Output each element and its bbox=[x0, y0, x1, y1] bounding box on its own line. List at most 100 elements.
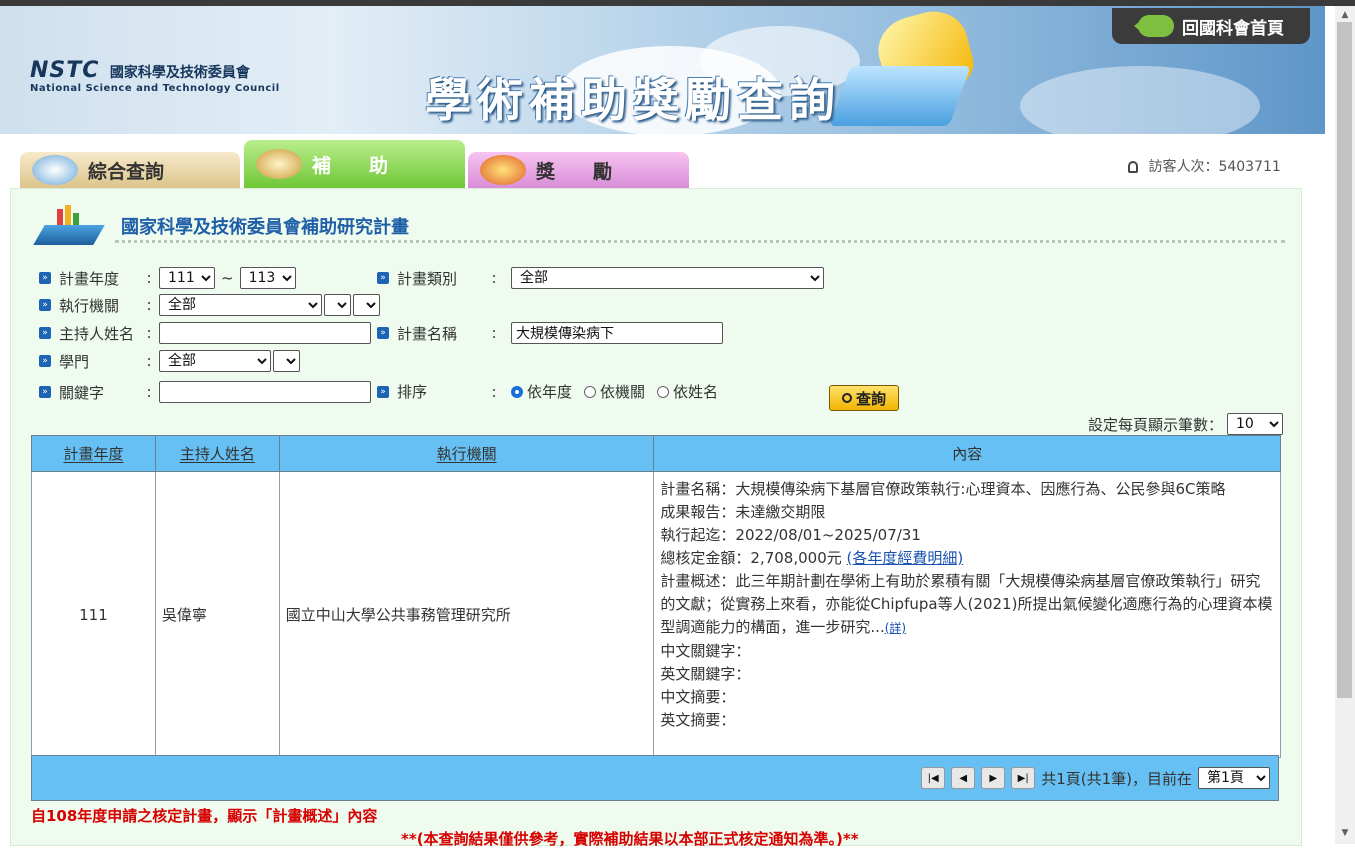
pi-name-input[interactable] bbox=[159, 322, 371, 344]
plan-name-input[interactable] bbox=[511, 322, 723, 344]
page-info: 共1頁(共1筆)，目前在 bbox=[1041, 769, 1192, 788]
report-status-text: 成果報告：未達繳交期限 bbox=[660, 503, 826, 521]
org-name-cn: 國家科學及技術委員會 bbox=[109, 65, 250, 81]
scrollbar-thumb[interactable] bbox=[1337, 22, 1352, 698]
header-pi[interactable]: 主持人姓名 bbox=[154, 435, 280, 472]
sort-row: » 排序 : 依年度 依機關 依姓名 bbox=[377, 381, 730, 402]
chart-book-icon bbox=[33, 205, 105, 249]
year-row: » 計畫年度 : 111 ~ 113 bbox=[39, 267, 296, 289]
dotted-divider bbox=[115, 240, 1285, 243]
discipline-select[interactable]: 全部 bbox=[159, 350, 271, 372]
sort-by-org-radio[interactable]: 依機關 bbox=[584, 381, 645, 402]
year-label: 計畫年度 bbox=[59, 269, 120, 288]
search-button[interactable]: 查詢 bbox=[829, 385, 899, 411]
per-page-label: 設定每頁顯示筆數： bbox=[1087, 415, 1223, 434]
keywords-en-text: 英文關鍵字： bbox=[660, 665, 751, 683]
home-link-button[interactable]: 回國科會首頁 bbox=[1112, 8, 1310, 44]
pagination-bar: |◀ ◀ ▶ ▶| 共1頁(共1筆)，目前在 第1頁 bbox=[31, 755, 1279, 801]
year-from-select[interactable]: 111 bbox=[159, 267, 215, 289]
bullet-arrow-icon: » bbox=[377, 272, 389, 284]
header-org[interactable]: 執行機關 bbox=[278, 435, 655, 472]
results-table: 計畫年度 主持人姓名 執行機關 內容 111 吳偉寧 國立中山大學公共事務管理研… bbox=[31, 435, 1281, 758]
category-select[interactable]: 全部 bbox=[511, 267, 824, 289]
plan-name-text: 計畫名稱：大規模傳染病下基層官僚政策執行:心理資本、因應行為、公民參與6C策略 bbox=[660, 480, 1226, 498]
category-row: » 計畫類別 : 全部 bbox=[377, 267, 824, 289]
last-page-icon[interactable]: ▶| bbox=[1011, 767, 1036, 789]
keyword-input[interactable] bbox=[159, 381, 371, 403]
tab-label: 補 助 bbox=[312, 154, 389, 177]
logo-abbr: NSTC bbox=[30, 58, 100, 83]
abstract-cn-text: 中文摘要： bbox=[660, 688, 736, 706]
prev-page-icon[interactable]: ◀ bbox=[951, 767, 976, 789]
bullet-arrow-icon: » bbox=[39, 299, 51, 311]
org-label: 執行機關 bbox=[59, 296, 120, 315]
cell-year: 111 bbox=[31, 471, 156, 758]
first-page-icon[interactable]: |◀ bbox=[921, 767, 946, 789]
plan-name-label: 計畫名稱 bbox=[397, 324, 458, 343]
per-page-setting: 設定每頁顯示筆數： 10 bbox=[1088, 413, 1283, 435]
table-row: 111 吳偉寧 國立中山大學公共事務管理研究所 計畫名稱：大規模傳染病下基層官僚… bbox=[31, 471, 1281, 758]
scroll-up-icon[interactable]: ▲ bbox=[1337, 8, 1353, 22]
bullet-arrow-icon: » bbox=[39, 272, 51, 284]
keyword-row: » 關鍵字 : bbox=[39, 381, 371, 403]
org-select[interactable]: 全部 bbox=[159, 294, 322, 316]
visitor-label: 訪客人次：5403711 bbox=[1148, 159, 1281, 175]
cell-content: 計畫名稱：大規模傳染病下基層官僚政策執行:心理資本、因應行為、公民參與6C策略 … bbox=[653, 471, 1281, 758]
pi-row: » 主持人姓名 : bbox=[39, 322, 371, 344]
plan-name-row: » 計畫名稱 : bbox=[377, 322, 723, 344]
discipline-sub-select[interactable] bbox=[273, 350, 300, 372]
next-page-icon[interactable]: ▶ bbox=[981, 767, 1006, 789]
bullet-arrow-icon: » bbox=[39, 355, 51, 367]
org-dept-select[interactable] bbox=[353, 294, 380, 316]
bullet-arrow-icon: » bbox=[39, 327, 51, 339]
summary-more-link[interactable]: (詳) bbox=[885, 621, 906, 635]
tab-grant[interactable]: 補 助 bbox=[244, 140, 465, 188]
magnifier-icon bbox=[841, 393, 852, 403]
keyword-label: 關鍵字 bbox=[59, 383, 105, 402]
per-page-select[interactable]: 10 bbox=[1227, 413, 1283, 435]
keywords-cn-text: 中文關鍵字： bbox=[660, 642, 751, 660]
cell-org: 國立中山大學公共事務管理研究所 bbox=[278, 471, 655, 758]
discipline-label: 學門 bbox=[59, 352, 90, 371]
scroll-down-icon[interactable]: ▼ bbox=[1337, 826, 1353, 840]
category-label: 計畫類別 bbox=[397, 269, 458, 288]
magnifier-globe-icon bbox=[32, 155, 78, 185]
sort-by-year-radio[interactable]: 依年度 bbox=[511, 381, 572, 402]
panel-title: 國家科學及技術委員會補助研究計畫 bbox=[121, 217, 409, 238]
nstc-logo[interactable]: NSTC 國家科學及技術委員會 National Science and Tec… bbox=[30, 58, 280, 94]
org-sub-select[interactable] bbox=[324, 294, 351, 316]
annual-budget-link[interactable]: (各年度經費明細) bbox=[847, 549, 964, 567]
amount-text: 總核定金額：2,708,000元 bbox=[660, 549, 842, 567]
period-text: 執行起迄：2022/08/01~2025/07/31 bbox=[660, 526, 921, 544]
back-arrow-icon bbox=[1134, 15, 1174, 37]
money-icon bbox=[256, 149, 302, 179]
radio-checked-icon bbox=[511, 385, 523, 398]
tab-label: 獎 勵 bbox=[536, 160, 613, 183]
header-year[interactable]: 計畫年度 bbox=[31, 435, 156, 472]
visitor-counter: 訪客人次：5403711 bbox=[1128, 156, 1281, 176]
sort-label: 排序 bbox=[397, 383, 428, 401]
header-content: 內容 bbox=[653, 435, 1281, 472]
tab-label: 綜合查詢 bbox=[88, 160, 165, 183]
bullet-arrow-icon: » bbox=[377, 327, 389, 339]
pi-label: 主持人姓名 bbox=[59, 324, 135, 343]
amount-line: 總核定金額：2,708,000元 (各年度經費明細) bbox=[660, 547, 1274, 570]
summary-text: 計畫概述：此三年期計劃在學術上有助於累積有關「大規模傳染病基層官僚政策執行」研究… bbox=[660, 572, 1273, 636]
abstract-en-text: 英文摘要： bbox=[660, 711, 736, 729]
monitor-icon bbox=[829, 66, 971, 126]
cell-pi: 吳偉寧 bbox=[154, 471, 280, 758]
tab-award[interactable]: 獎 勵 bbox=[468, 152, 689, 188]
sort-by-name-radio[interactable]: 依姓名 bbox=[657, 381, 718, 402]
radio-unchecked-icon bbox=[584, 385, 597, 398]
year-to-select[interactable]: 113 bbox=[239, 267, 296, 289]
org-row: » 執行機關 : 全部 bbox=[39, 294, 380, 316]
bullet-arrow-icon: » bbox=[377, 385, 389, 398]
home-link-label: 回國科會首頁 bbox=[1182, 18, 1284, 39]
search-panel: 國家科學及技術委員會補助研究計畫 » 計畫年度 : 111 ~ 113 » 計畫… bbox=[10, 188, 1302, 848]
page-select[interactable]: 第1頁 bbox=[1198, 767, 1270, 789]
tab-general-search[interactable]: 綜合查詢 bbox=[20, 152, 240, 188]
radio-unchecked-icon bbox=[657, 385, 670, 398]
summary-line: 計畫概述：此三年期計劃在學術上有助於累積有關「大規模傳染病基層官僚政策執行」研究… bbox=[660, 570, 1274, 640]
user-icon bbox=[1128, 161, 1138, 173]
medal-icon bbox=[480, 155, 526, 185]
